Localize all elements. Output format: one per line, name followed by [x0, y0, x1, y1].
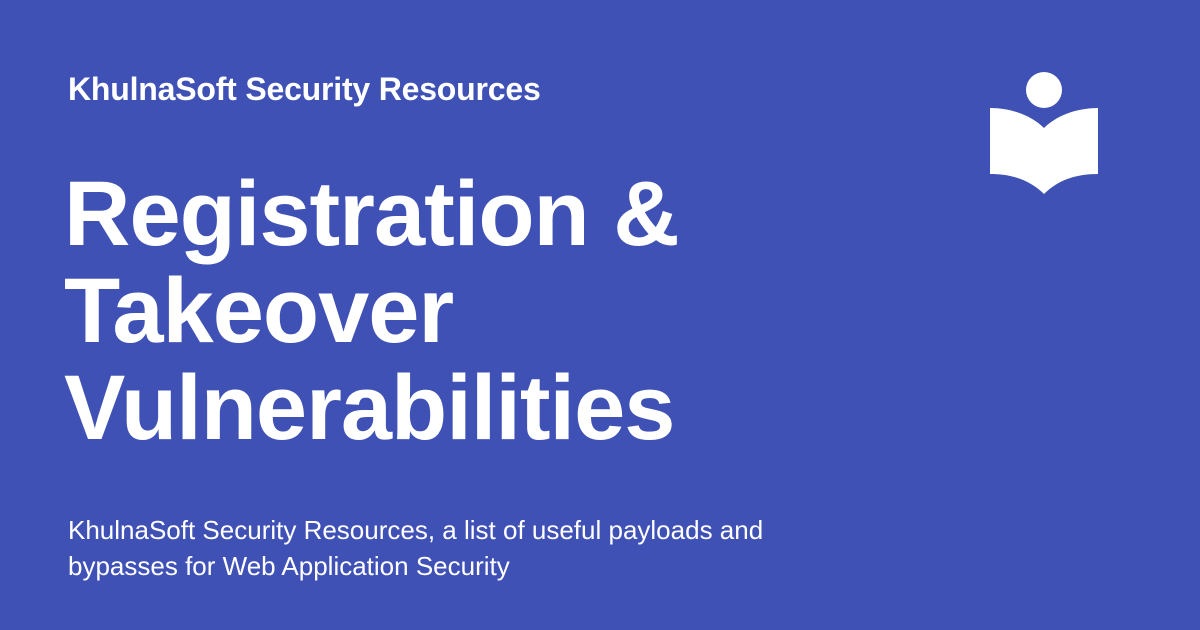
- page-title: Registration & Takeover Vulnerabilities: [64, 166, 924, 457]
- social-card: KhulnaSoft Security Resources Registrati…: [0, 0, 1200, 630]
- description-line: KhulnaSoft Security Resources, a list of…: [68, 515, 764, 545]
- page-description: KhulnaSoft Security Resources, a list of…: [68, 512, 868, 584]
- open-book-reader-icon: [990, 72, 1098, 194]
- page-title-line: Registration &: [64, 163, 680, 265]
- page-title-line: Takeover: [64, 260, 454, 362]
- description-line: bypasses for Web Application Security: [68, 551, 510, 581]
- site-name: KhulnaSoft Security Resources: [68, 71, 541, 107]
- page-title-line: Vulnerabilities: [64, 357, 675, 459]
